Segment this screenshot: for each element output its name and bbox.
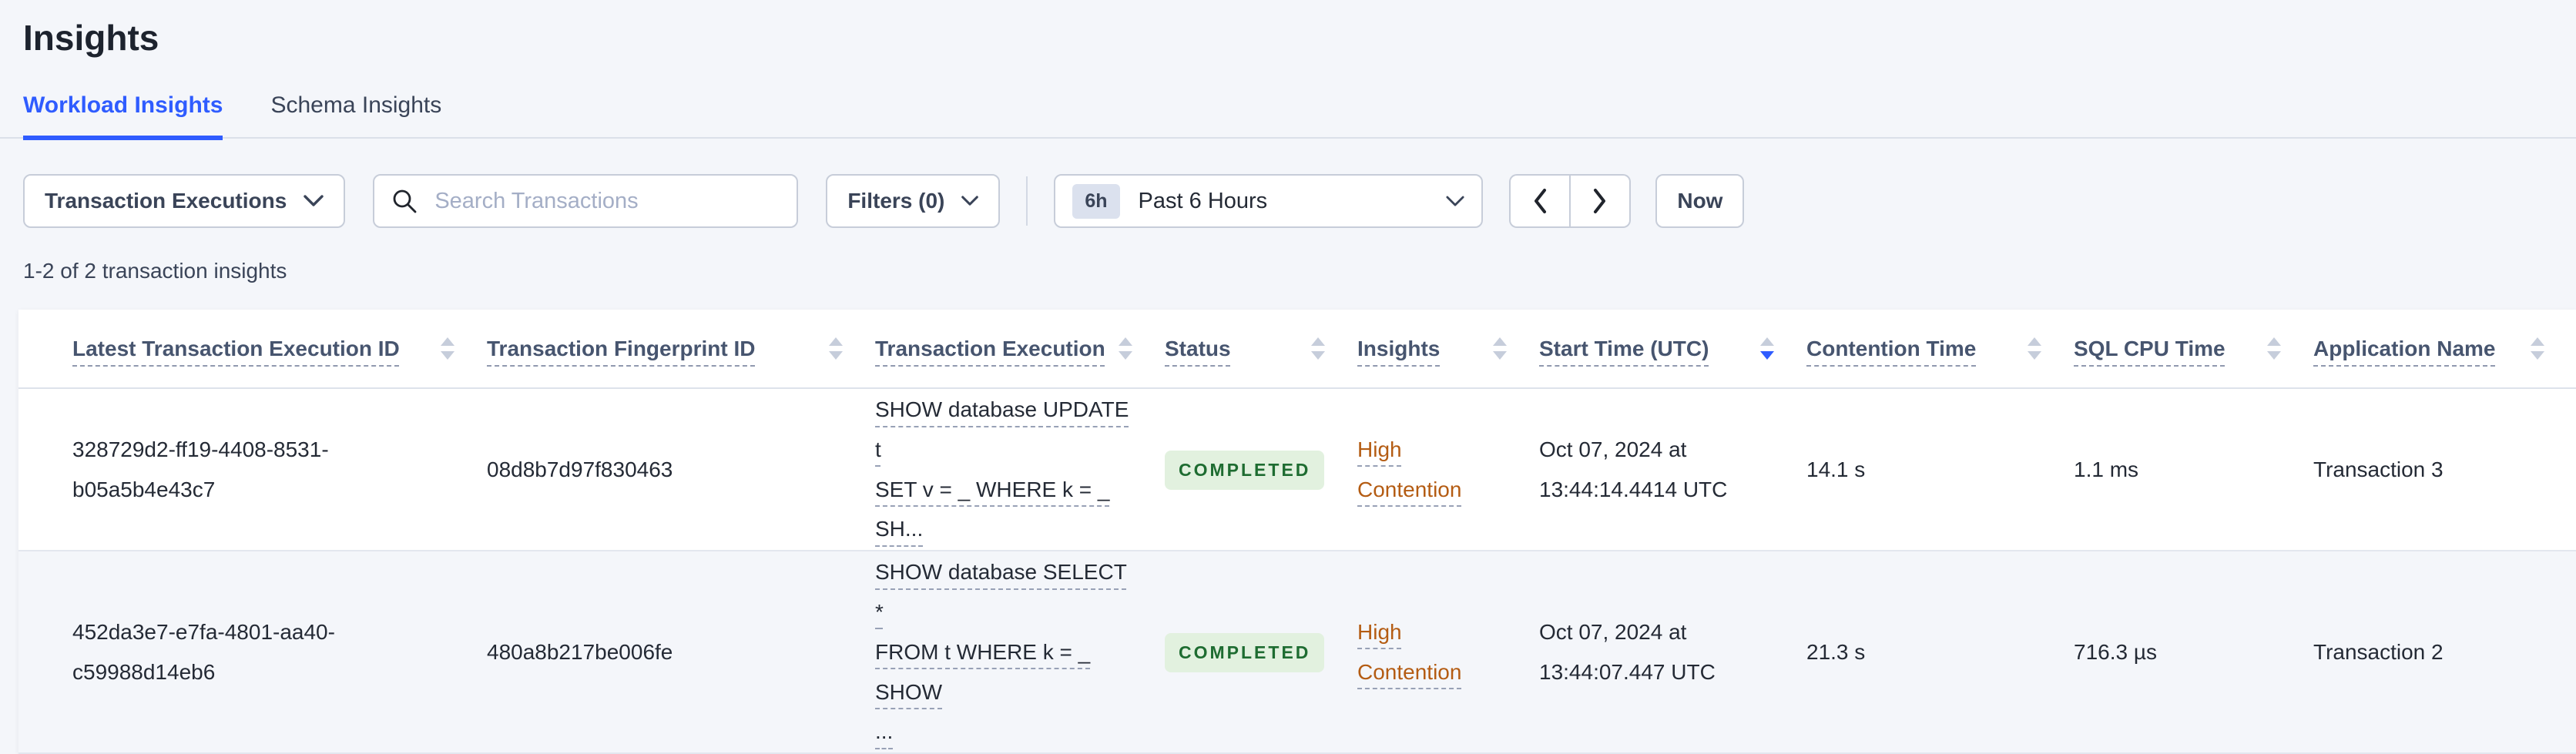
toolbar-divider	[1026, 176, 1028, 226]
sort-icon	[829, 337, 843, 360]
cell-execution-id: 328729d2-ff19-4408-8531- b05a5b4e43c7	[72, 437, 329, 501]
insights-table-card: Latest Transaction Execution ID Transacti…	[18, 310, 2576, 754]
column-label: Transaction Fingerprint ID	[487, 336, 756, 360]
now-button[interactable]: Now	[1655, 174, 1745, 228]
cell: 14.1 s	[1806, 388, 2073, 551]
column-label: Application Name	[2313, 336, 2496, 360]
insight-type-label: Transaction Executions	[45, 189, 287, 213]
tab-schema-insights[interactable]: Schema Insights	[270, 92, 441, 140]
cell: Oct 07, 2024 at 13:44:07.447 UTC	[1538, 551, 1806, 753]
column-header-transaction-fingerprint-id[interactable]: Transaction Fingerprint ID	[486, 310, 874, 389]
column-header-status[interactable]: Status	[1164, 310, 1357, 389]
column-label: Latest Transaction Execution ID	[72, 336, 400, 360]
cell: Oct 07, 2024 at 13:44:14.4414 UTC	[1538, 388, 1806, 551]
sort-icon	[2531, 337, 2544, 360]
page-title: Insights	[23, 18, 159, 58]
insight-link[interactable]: High Contention	[1357, 437, 1461, 501]
table-header-row: Latest Transaction Execution ID Transacti…	[18, 310, 2576, 389]
cell-sql-cpu-time: 716.3 µs	[2074, 639, 2157, 664]
sort-icon	[1119, 337, 1132, 360]
chevron-down-icon	[304, 195, 324, 206]
cell-execution-id: 452da3e7-e7fa-4801-aa40- c59988d14eb6	[72, 619, 335, 684]
time-range-picker[interactable]: 6h Past 6 Hours	[1054, 174, 1484, 228]
cell: 716.3 µs	[2073, 551, 2313, 753]
column-label: Insights	[1357, 336, 1441, 360]
cell: Transaction 3	[2313, 388, 2576, 551]
column-label: Contention Time	[1806, 336, 1977, 360]
insight-link[interactable]: High Contention	[1357, 620, 1461, 684]
sort-icon	[2267, 337, 2281, 360]
cell: 452da3e7-e7fa-4801-aa40- c59988d14eb6	[18, 551, 486, 753]
cell: COMPLETED	[1164, 551, 1357, 753]
cell: 21.3 s	[1806, 551, 2073, 753]
cell-application-name: Transaction 2	[2313, 639, 2444, 664]
tab-workload-insights[interactable]: Workload Insights	[23, 92, 223, 140]
cell-sql-cpu-time: 1.1 ms	[2074, 457, 2139, 481]
transaction-execution-link[interactable]: SHOW database UPDATE t SET v = _ WHERE k…	[875, 397, 1129, 541]
cell: Transaction 2	[2313, 551, 2576, 753]
time-window-pager	[1509, 174, 1632, 228]
cell-start-time: Oct 07, 2024 at 13:44:07.447 UTC	[1539, 619, 1716, 684]
cell: 08d8b7d97f830463	[486, 388, 874, 551]
time-prev-button[interactable]	[1509, 174, 1571, 228]
sort-icon	[441, 337, 454, 360]
cell-start-time: Oct 07, 2024 at 13:44:14.4414 UTC	[1539, 437, 1728, 501]
column-header-application-name[interactable]: Application Name	[2313, 310, 2576, 389]
sort-icon	[1493, 337, 1507, 360]
column-header-latest-transaction-execution-id[interactable]: Latest Transaction Execution ID	[18, 310, 486, 389]
column-label: Transaction Execution	[875, 336, 1105, 360]
sort-icon	[2028, 337, 2041, 360]
column-label: SQL CPU Time	[2074, 336, 2225, 360]
chevron-down-icon	[1446, 196, 1464, 206]
cell-contention-time: 14.1 s	[1806, 457, 1866, 481]
time-next-button[interactable]	[1570, 174, 1632, 228]
chevron-down-icon	[961, 196, 979, 206]
column-header-sql-cpu-time[interactable]: SQL CPU Time	[2073, 310, 2313, 389]
filters-label: Filters (0)	[847, 189, 945, 213]
column-label: Start Time (UTC)	[1539, 336, 1709, 360]
column-header-transaction-execution[interactable]: Transaction Execution	[874, 310, 1164, 389]
column-label: Status	[1165, 336, 1231, 360]
table-row: 452da3e7-e7fa-4801-aa40- c59988d14eb6 480…	[18, 551, 2576, 754]
filters-dropdown[interactable]: Filters (0)	[826, 174, 1001, 228]
time-range-badge: 6h	[1072, 183, 1120, 219]
cell-fingerprint-id: 08d8b7d97f830463	[487, 457, 673, 481]
time-range-label: Past 6 Hours	[1138, 188, 1268, 213]
cell-contention-time: 21.3 s	[1806, 639, 1866, 664]
cell: High Contention	[1357, 388, 1538, 551]
cell-application-name: Transaction 3	[2313, 457, 2444, 481]
cell: COMPLETED	[1164, 388, 1357, 551]
column-header-contention-time[interactable]: Contention Time	[1806, 310, 2073, 389]
transaction-execution-link[interactable]: SHOW database SELECT * FROM t WHERE k = …	[875, 560, 1127, 743]
cell-fingerprint-id: 480a8b217be006fe	[487, 639, 673, 664]
column-header-insights[interactable]: Insights	[1357, 310, 1538, 389]
search-input[interactable]	[433, 187, 780, 215]
search-box	[373, 174, 799, 228]
tab-bar: Workload Insights Schema Insights	[0, 92, 2576, 140]
cell: 1.1 ms	[2073, 388, 2313, 551]
cell: High Contention	[1357, 551, 1538, 753]
chevron-left-icon	[1535, 189, 1547, 213]
sort-icon	[1311, 337, 1325, 360]
transaction-insights-table: Latest Transaction Execution ID Transacti…	[18, 310, 2576, 754]
sort-icon	[1760, 337, 1774, 360]
chevron-right-icon	[1594, 189, 1606, 213]
results-summary: 1-2 of 2 transaction insights	[23, 259, 287, 283]
cell: SHOW database UPDATE t SET v = _ WHERE k…	[874, 388, 1164, 551]
insight-type-dropdown[interactable]: Transaction Executions	[23, 174, 346, 228]
cell: 328729d2-ff19-4408-8531- b05a5b4e43c7	[18, 388, 486, 551]
cell: 480a8b217be006fe	[486, 551, 874, 753]
status-badge: COMPLETED	[1165, 632, 1325, 673]
search-icon	[393, 189, 417, 213]
status-badge: COMPLETED	[1165, 450, 1325, 491]
table-row: 328729d2-ff19-4408-8531- b05a5b4e43c7 08d…	[18, 388, 2576, 551]
cell: SHOW database SELECT * FROM t WHERE k = …	[874, 551, 1164, 753]
toolbar: Transaction Executions Filters (0) 6h Pa…	[23, 174, 2576, 228]
column-header-start-time-utc[interactable]: Start Time (UTC)	[1538, 310, 1806, 389]
